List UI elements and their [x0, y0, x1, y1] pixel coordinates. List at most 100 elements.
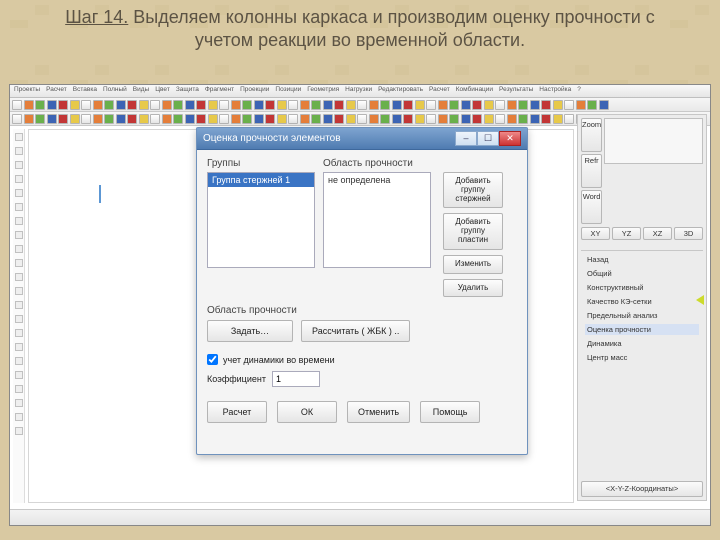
toolbar-icon[interactable] — [277, 100, 287, 110]
toolbar-icon[interactable] — [208, 114, 218, 124]
toolbar-icon[interactable] — [472, 100, 482, 110]
toolbar-icon[interactable] — [599, 100, 609, 110]
toolbar-icon[interactable] — [93, 114, 103, 124]
toolbar-icon[interactable] — [438, 114, 448, 124]
toolbar-icon[interactable] — [162, 100, 172, 110]
toolbar-icon[interactable] — [564, 100, 574, 110]
left-tool-icon[interactable] — [15, 385, 23, 393]
left-tool-icon[interactable] — [15, 189, 23, 197]
toolbar-icon[interactable] — [346, 100, 356, 110]
toolbar-icon[interactable] — [587, 100, 597, 110]
toolbar-icon[interactable] — [403, 114, 413, 124]
toolbar-icon[interactable] — [380, 114, 390, 124]
toolbar-icon[interactable] — [196, 100, 206, 110]
toolbar-icon[interactable] — [35, 100, 45, 110]
toolbar-icon[interactable] — [231, 114, 241, 124]
toolbar-icon[interactable] — [265, 114, 275, 124]
toolbar-icon[interactable] — [104, 114, 114, 124]
toolbar-icon[interactable] — [24, 114, 34, 124]
toolbar-icon[interactable] — [139, 100, 149, 110]
toolbar-icon[interactable] — [323, 100, 333, 110]
toolbar-icon[interactable] — [219, 100, 229, 110]
menu-Цвет[interactable]: Цвет — [155, 86, 170, 96]
view-3d[interactable]: 3D — [674, 227, 703, 240]
menu-Результаты[interactable]: Результаты — [499, 86, 533, 96]
toolbar-icon[interactable] — [277, 114, 287, 124]
toolbar-icon[interactable] — [357, 100, 367, 110]
toolbar-icon[interactable] — [173, 114, 183, 124]
delete-button[interactable]: Удалить — [443, 279, 503, 298]
mode-item[interactable]: Назад — [585, 254, 699, 265]
toolbar-icon[interactable] — [369, 114, 379, 124]
maximize-button[interactable]: ☐ — [477, 131, 499, 146]
toolbar-icon[interactable] — [104, 100, 114, 110]
toolbar-icon[interactable] — [127, 114, 137, 124]
toolbar-icon[interactable] — [495, 114, 505, 124]
toolbar-icon[interactable] — [426, 100, 436, 110]
toolbar-icon[interactable] — [541, 114, 551, 124]
toolbar-icon[interactable] — [288, 100, 298, 110]
menu-Фрагмент[interactable]: Фрагмент — [205, 86, 234, 96]
toolbar-icon[interactable] — [334, 100, 344, 110]
toolbar-icon[interactable] — [426, 114, 436, 124]
toolbar-icon[interactable] — [472, 114, 482, 124]
left-tool-icon[interactable] — [15, 315, 23, 323]
toolbar-icon[interactable] — [35, 114, 45, 124]
minimize-button[interactable]: – — [455, 131, 477, 146]
toolbar-icon[interactable] — [265, 100, 275, 110]
mode-item[interactable]: Конструктивный — [585, 282, 699, 293]
group-item-selected[interactable]: Группа стержней 1 — [208, 173, 314, 187]
menu-?[interactable]: ? — [577, 86, 581, 96]
toolbar-icon[interactable] — [392, 114, 402, 124]
toolbar-icon[interactable] — [461, 114, 471, 124]
toolbar-icon[interactable] — [58, 100, 68, 110]
view-xz[interactable]: XZ — [643, 227, 672, 240]
left-tool-icon[interactable] — [15, 413, 23, 421]
toolbar-icon[interactable] — [254, 114, 264, 124]
mode-item[interactable]: Общий — [585, 268, 699, 279]
toolbar-icon[interactable] — [530, 114, 540, 124]
menu-Расчет[interactable]: Расчет — [46, 86, 67, 96]
left-toolbar[interactable] — [13, 129, 25, 503]
toolbar-icon[interactable] — [150, 114, 160, 124]
toolbar-icon[interactable] — [495, 100, 505, 110]
toolbar-icon[interactable] — [173, 100, 183, 110]
left-tool-icon[interactable] — [15, 371, 23, 379]
toolbar-icon[interactable] — [369, 100, 379, 110]
groups-listbox[interactable]: Группа стержней 1 — [207, 172, 315, 268]
menu-Виды[interactable]: Виды — [133, 86, 149, 96]
toolbar-icon[interactable] — [12, 100, 22, 110]
edit-button[interactable]: Изменить — [443, 255, 503, 274]
left-tool-icon[interactable] — [15, 147, 23, 155]
left-tool-icon[interactable] — [15, 245, 23, 253]
word-button[interactable]: Word — [581, 190, 602, 224]
toolbar-icon[interactable] — [311, 114, 321, 124]
toolbar-icon[interactable] — [392, 100, 402, 110]
left-tool-icon[interactable] — [15, 259, 23, 267]
left-tool-icon[interactable] — [15, 231, 23, 239]
toolbar-icon[interactable] — [127, 100, 137, 110]
toolbar-icon[interactable] — [576, 100, 586, 110]
menubar[interactable]: ПроектыРасчетВставкаПолныйВидыЦветЗащита… — [10, 85, 710, 98]
toolbar-icon[interactable] — [541, 100, 551, 110]
left-tool-icon[interactable] — [15, 301, 23, 309]
add-rod-group-button[interactable]: Добавить группу стержней — [443, 172, 503, 208]
toolbar-icon[interactable] — [162, 114, 172, 124]
toolbar-icon[interactable] — [58, 114, 68, 124]
ok-button[interactable]: ОК — [277, 401, 337, 423]
toolbar-icon[interactable] — [12, 114, 22, 124]
toolbar-icon[interactable] — [196, 114, 206, 124]
toolbar-icon[interactable] — [254, 100, 264, 110]
toolbar-icon[interactable] — [116, 100, 126, 110]
toolbar-icon[interactable] — [231, 100, 241, 110]
mode-item[interactable]: Предельный анализ — [585, 310, 699, 321]
toolbar-icon[interactable] — [564, 114, 574, 124]
menu-Защита[interactable]: Защита — [176, 86, 199, 96]
toolbar-icon[interactable] — [311, 100, 321, 110]
area-listbox[interactable]: не определена — [323, 172, 431, 268]
left-tool-icon[interactable] — [15, 217, 23, 225]
mode-item[interactable]: Динамика — [585, 338, 699, 349]
menu-Проекты[interactable]: Проекты — [14, 86, 40, 96]
toolbar-icon[interactable] — [346, 114, 356, 124]
toolbar-icon[interactable] — [449, 114, 459, 124]
